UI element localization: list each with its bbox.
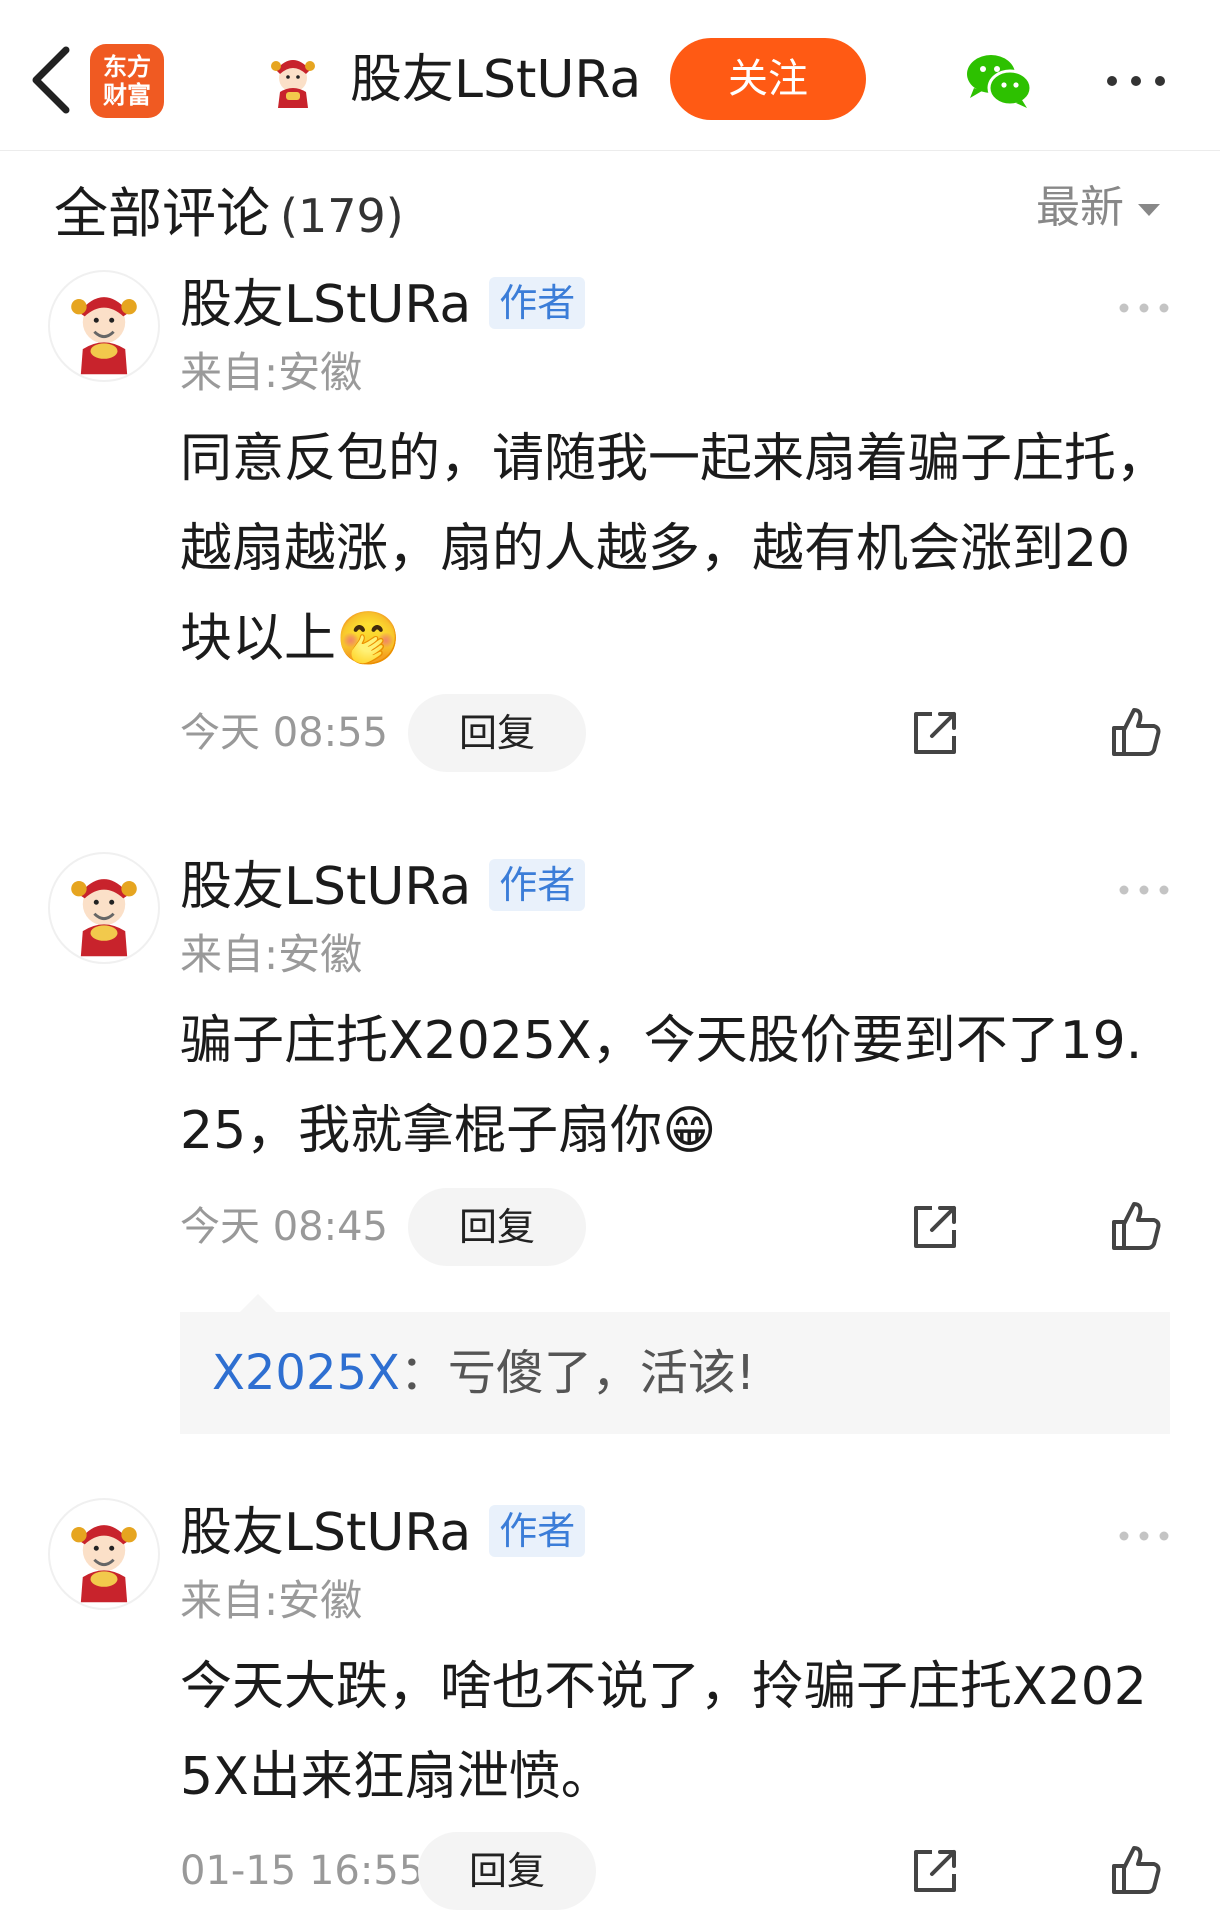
comment-meta: 01-15 16:55 回复 bbox=[180, 1832, 1180, 1910]
comment-text: 今天大跌，啥也不说了，拎骗子庄托X2025X出来狂扇泄愤。 bbox=[180, 1657, 1147, 1807]
comments-count: (179) bbox=[280, 189, 404, 243]
thumbs-up-icon[interactable] bbox=[1110, 706, 1162, 758]
comment-time: 今天 08:55 bbox=[180, 710, 388, 756]
reply-button[interactable]: 回复 bbox=[408, 1188, 586, 1266]
reply-button[interactable]: 回复 bbox=[408, 694, 586, 772]
comment-location: 来自:安徽 bbox=[180, 348, 363, 397]
avatar[interactable] bbox=[48, 270, 160, 382]
comment-location: 来自:安徽 bbox=[180, 1576, 363, 1625]
back-chevron-icon[interactable] bbox=[22, 40, 82, 120]
comment-time: 今天 08:45 bbox=[180, 1204, 388, 1250]
author-badge: 作者 bbox=[489, 1505, 586, 1557]
more-dots-icon[interactable] bbox=[1118, 882, 1170, 898]
more-dots-icon[interactable] bbox=[1118, 1528, 1170, 1544]
author-badge: 作者 bbox=[489, 859, 586, 911]
share-icon[interactable] bbox=[910, 708, 960, 758]
avatar-image bbox=[71, 297, 137, 375]
comment-location: 来自:安徽 bbox=[180, 930, 363, 979]
comments-header: 全部评论 (179) bbox=[54, 178, 404, 252]
comment-content: 今天大跌，啥也不说了，拎骗子庄托X2025X出来狂扇泄愤。 bbox=[180, 1642, 1170, 1822]
comment-username[interactable]: 股友LStURa 作者 bbox=[180, 270, 586, 340]
app-logo-line2: 财富 bbox=[103, 81, 151, 109]
comment-text: 同意反包的，请随我一起来扇着骗子庄托，越扇越涨，扇的人越多，越有机会涨到20块以… bbox=[180, 429, 1169, 669]
caret-down-icon bbox=[1138, 204, 1160, 216]
username-text: 股友LStURa bbox=[180, 275, 472, 335]
avatar-image bbox=[71, 1525, 137, 1603]
comment-meta: 今天 08:45 回复 bbox=[180, 1188, 1180, 1266]
thumbs-up-icon[interactable] bbox=[1110, 1200, 1162, 1252]
more-dots-icon[interactable] bbox=[1104, 66, 1168, 96]
username-text: 股友LStURa bbox=[180, 1503, 472, 1563]
follow-button[interactable]: 关注 bbox=[670, 38, 866, 120]
more-dots-icon[interactable] bbox=[1118, 300, 1170, 316]
avatar[interactable] bbox=[48, 852, 160, 964]
comment-content: 同意反包的，请随我一起来扇着骗子庄托，越扇越涨，扇的人越多，越有机会涨到20块以… bbox=[180, 414, 1170, 684]
top-nav-bar: 东方 财富 股友LStURa 关注 bbox=[0, 0, 1220, 151]
page-title: 股友LStURa bbox=[350, 50, 642, 110]
sort-dropdown[interactable]: 最新 bbox=[1036, 176, 1160, 240]
share-icon[interactable] bbox=[910, 1202, 960, 1252]
comments-title: 全部评论 bbox=[54, 182, 270, 245]
quoted-username[interactable]: X2025X bbox=[212, 1345, 400, 1401]
reply-button[interactable]: 回复 bbox=[418, 1832, 596, 1910]
author-avatar-small[interactable] bbox=[262, 48, 324, 110]
quoted-reply[interactable]: X2025X：亏傻了，活该! bbox=[180, 1294, 1170, 1434]
username-text: 股友LStURa bbox=[180, 857, 472, 917]
author-badge: 作者 bbox=[489, 277, 586, 329]
comment-content: 骗子庄托X2025X，今天股价要到不了19.25，我就拿棍子扇你😁 bbox=[180, 996, 1170, 1176]
emoji: 🤭 bbox=[336, 609, 401, 669]
avatar-image bbox=[71, 879, 137, 957]
quoted-reply-text: X2025X：亏傻了，活该! bbox=[212, 1340, 755, 1406]
share-icon[interactable] bbox=[910, 1846, 960, 1896]
app-logo: 东方 财富 bbox=[90, 44, 164, 118]
emoji: 😁 bbox=[662, 1101, 717, 1161]
comment-username[interactable]: 股友LStURa 作者 bbox=[180, 852, 586, 922]
sort-label: 最新 bbox=[1036, 182, 1124, 233]
comment-meta: 今天 08:55 回复 bbox=[180, 694, 1180, 772]
quoted-text: ：亏傻了，活该! bbox=[399, 1345, 756, 1401]
app-logo-line1: 东方 bbox=[103, 53, 151, 81]
comment-username[interactable]: 股友LStURa 作者 bbox=[180, 1498, 586, 1568]
wechat-icon[interactable] bbox=[964, 50, 1034, 110]
thumbs-up-icon[interactable] bbox=[1110, 1844, 1162, 1896]
comment-time: 01-15 16:55 bbox=[180, 1848, 425, 1894]
avatar[interactable] bbox=[48, 1498, 160, 1610]
